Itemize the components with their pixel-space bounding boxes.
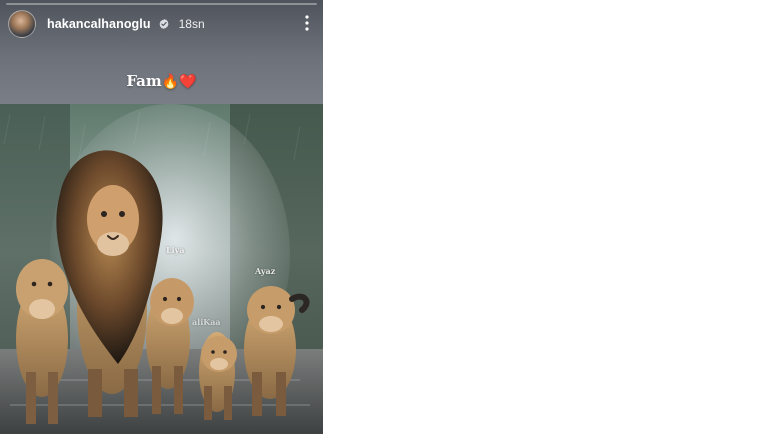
label-ayaz: Ayaz (255, 266, 276, 276)
label-liya: Liya (166, 245, 185, 255)
story-caption: Fam🔥❤️ (0, 72, 323, 90)
username[interactable]: hakancalhanoglu (47, 17, 151, 31)
story-header: hakancalhanoglu 18sn (8, 10, 318, 38)
caption-text: Fam (126, 72, 162, 90)
story-viewer[interactable]: hakancalhanoglu 18sn Fam🔥❤️ Liya Ayaz al… (0, 0, 323, 434)
more-vertical-icon[interactable] (304, 14, 310, 32)
label-third: aliKaa (192, 317, 221, 327)
story-progress-bar (6, 3, 317, 5)
avatar[interactable] (8, 10, 36, 38)
caption-emojis: 🔥❤️ (161, 74, 197, 90)
verified-badge-icon (159, 18, 169, 30)
post-time: 18sn (178, 17, 205, 31)
